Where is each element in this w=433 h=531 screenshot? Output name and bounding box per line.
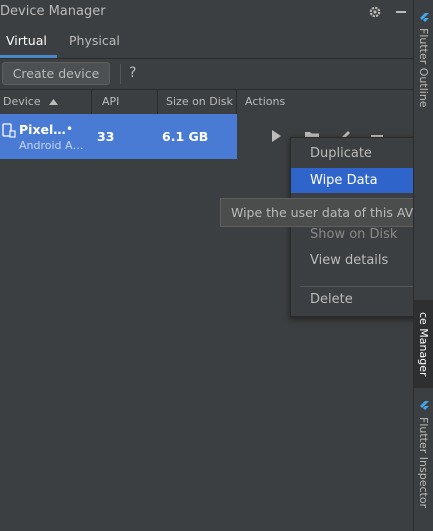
tool-tab-device-manager[interactable]: ce Manager <box>414 300 433 388</box>
tool-tab-flutter-outline[interactable]: Flutter Outline <box>414 0 433 110</box>
tool-tab-flutter-inspector[interactable]: Flutter Inspector <box>414 393 433 513</box>
menu-item-view-details[interactable]: View details <box>291 248 432 273</box>
tool-tab-label: Flutter Outline <box>417 28 430 108</box>
minimize-icon[interactable] <box>392 3 410 21</box>
phone-icon <box>2 123 16 138</box>
device-tabs: Virtual Physical <box>0 25 413 59</box>
device-name: Pixel… <box>19 122 66 137</box>
column-header-actions: Actions <box>245 95 286 108</box>
column-header-size[interactable]: Size on Disk <box>158 90 237 114</box>
menu-item-delete[interactable]: Delete <box>291 287 432 312</box>
title-bar: Device Manager <box>0 0 413 25</box>
tool-tab-label: Flutter Inspector <box>417 417 430 509</box>
gear-icon[interactable] <box>366 3 384 21</box>
table-row[interactable]: Pixel… • Android A… 33 6.1 GB <box>0 114 237 159</box>
tool-tab-label: ce Manager <box>417 312 430 377</box>
context-menu: Duplicate Wipe Data Show on Disk View de… <box>290 137 433 317</box>
flutter-icon <box>420 13 429 22</box>
play-icon[interactable] <box>268 128 284 144</box>
tooltip: Wipe the user data of this AVD <box>220 198 428 227</box>
column-label-device: Device <box>3 95 41 108</box>
flutter-icon <box>420 401 429 410</box>
device-api: 33 <box>97 129 115 144</box>
column-header-device[interactable]: Device <box>0 90 92 114</box>
toolbar: Create device ? <box>0 59 413 89</box>
tab-physical[interactable]: Physical <box>69 25 120 58</box>
device-subtitle: Android A… <box>19 139 84 152</box>
create-device-button[interactable]: Create device <box>2 62 110 85</box>
device-size: 6.1 GB <box>162 129 209 144</box>
sort-ascending-icon <box>49 99 59 105</box>
panel-title: Device Manager <box>0 4 106 19</box>
menu-item-duplicate[interactable]: Duplicate <box>291 141 432 166</box>
table-header: Device API Size on Disk Actions <box>0 89 413 115</box>
right-tool-strip: Flutter Outline ce Manager Flutter Inspe… <box>413 0 433 531</box>
toolbar-separator <box>120 64 121 84</box>
device-manager-panel: Device Manager Virtual Physical Create d… <box>0 0 433 531</box>
active-tab-indicator <box>0 55 57 58</box>
help-button[interactable]: ? <box>129 65 136 81</box>
tab-virtual[interactable]: Virtual <box>6 25 47 58</box>
column-header-api[interactable]: API <box>92 90 158 114</box>
device-status-dot: • <box>66 122 74 136</box>
menu-item-wipe-data[interactable]: Wipe Data <box>291 168 432 193</box>
